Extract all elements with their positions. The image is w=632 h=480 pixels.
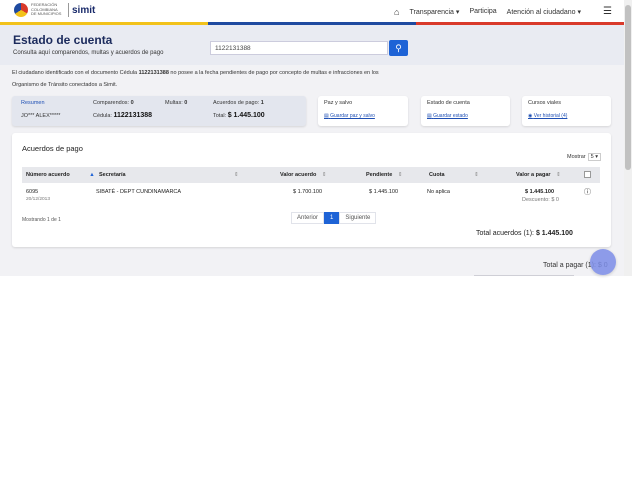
resumen-label: Resumen: [21, 100, 45, 106]
table-header: Número acuerdo ▲ Secretaría ⇕ Valor acue…: [22, 167, 600, 183]
sort-icon: ⇕: [474, 172, 479, 178]
divider: [474, 275, 574, 276]
page-subtitle: Consulta aquí comparendos, multas y acue…: [13, 50, 164, 56]
acuerdos-title: Acuerdos de pago: [22, 144, 83, 153]
multas-count: Multas: 0: [165, 100, 188, 106]
col-valor-pagar[interactable]: Valor a pagar ⇕: [516, 172, 561, 178]
resumen-name: JO*** ALEX*****: [21, 113, 61, 119]
nav-atencion[interactable]: Atención al ciudadano ▾: [507, 8, 581, 16]
sort-asc-icon: ▲: [89, 172, 95, 178]
logo-divider: [68, 3, 69, 17]
logo[interactable]: FEDERACIÓN COLOMBIANA DE MUNICIPIOS simi…: [14, 3, 95, 17]
paz-y-salvo-card: Paz y salvo ▤ Guardar paz y salvo: [318, 96, 408, 126]
caret-down-icon: ▾: [455, 8, 460, 16]
sort-icon[interactable]: ⇕: [234, 172, 239, 178]
search-icon: ⚲: [395, 43, 402, 53]
card-title: Estado de cuenta: [427, 100, 470, 106]
cell-valor-acuerdo: $ 1.700.100: [293, 189, 323, 195]
caret-down-icon: ▾: [595, 154, 598, 160]
hamburger-icon[interactable]: ☰: [603, 6, 612, 17]
page-size-select[interactable]: Mostrar 5 ▾: [567, 153, 601, 161]
cell-fecha: 20/12/2013: [26, 197, 51, 202]
sort-icon: ⇕: [321, 172, 327, 178]
search-input[interactable]: 1122131388: [210, 41, 388, 55]
cursos-viales-card: Cursos viales ◉ Ver historial (4): [522, 96, 611, 126]
nav-transparencia[interactable]: Transparencia ▾: [409, 8, 459, 16]
home-icon[interactable]: ⌂: [394, 7, 399, 17]
pager-siguiente[interactable]: Siguiente: [339, 212, 377, 224]
info-line-2: Organismo de Tránsito conectados a Simit…: [12, 82, 118, 88]
page-title: Estado de cuenta: [13, 33, 113, 47]
pager-page-1[interactable]: 1: [324, 212, 340, 224]
resumen-card: Resumen JO*** ALEX***** Comparendos: 0 M…: [12, 96, 306, 126]
col-cuota[interactable]: Cuota ⇕: [429, 172, 479, 178]
scrollbar[interactable]: [624, 0, 632, 276]
total-acuerdos: Total acuerdos (1): $ 1.445.100: [476, 230, 573, 237]
fcm-logo-icon: [14, 3, 28, 17]
eye-icon: ◉: [528, 113, 533, 119]
document-icon: ▤: [427, 113, 432, 119]
simit-brand: simit: [72, 4, 96, 16]
info-document: 1122131388: [138, 70, 169, 76]
scrollbar-thumb[interactable]: [625, 5, 631, 170]
col-numero[interactable]: Número acuerdo ▲: [26, 172, 95, 178]
resumen-total: Total: $ 1.445.100: [213, 112, 265, 119]
nav-participa[interactable]: Participa: [469, 8, 496, 15]
cell-descuento: Descuento: $ 0: [522, 197, 559, 203]
estado-cuenta-card: Estado de cuenta ▤ Guardar estado: [421, 96, 510, 126]
col-secretaria[interactable]: Secretaría: [99, 172, 126, 178]
col-valor-acuerdo[interactable]: Valor acuerdo ⇕: [280, 172, 327, 178]
document-icon: ▤: [324, 113, 329, 119]
cell-valor-pagar: $ 1.445.100: [525, 189, 555, 195]
logo-text: FEDERACIÓN COLOMBIANA DE MUNICIPIOS: [31, 2, 62, 17]
pagination: Anterior 1 Siguiente: [291, 212, 377, 224]
cell-numero: 6095: [26, 189, 39, 195]
chat-icon[interactable]: [590, 249, 616, 275]
acuerdos-count: Acuerdos de pago: 1: [213, 100, 264, 106]
sort-icon: ⇕: [556, 172, 561, 178]
card-title: Cursos viales: [528, 100, 562, 106]
info-line-1: El ciudadano identificado con el documen…: [12, 70, 379, 76]
table-row: 6095 20/12/2013 SIBATÉ - DEPT CUNDINAMAR…: [22, 183, 600, 207]
pager-anterior[interactable]: Anterior: [291, 212, 325, 224]
comparendos-count: Comparendos: 0: [93, 100, 134, 106]
cell-cuota: No aplica: [427, 189, 450, 195]
select-all-checkbox[interactable]: [584, 171, 591, 178]
col-pendiente[interactable]: Pendiente ⇕: [366, 172, 402, 178]
guardar-paz-y-salvo-link[interactable]: ▤ Guardar paz y salvo: [324, 113, 375, 119]
caret-down-icon: ▾: [577, 8, 582, 16]
ver-historial-link[interactable]: ◉ Ver historial (4): [528, 113, 567, 119]
results-count: Mostrando 1 de 1: [22, 217, 61, 223]
cell-secretaria: SIBATÉ - DEPT CUNDINAMARCA: [96, 189, 182, 195]
card-title: Paz y salvo: [324, 100, 353, 106]
info-icon[interactable]: ⓘ: [584, 187, 591, 197]
cell-pendiente: $ 1.445.100: [369, 189, 399, 195]
guardar-estado-link[interactable]: ▤ Guardar estado: [427, 113, 468, 119]
resumen-cedula: Cédula: 1122131388: [93, 112, 153, 119]
main-nav: ⌂ Transparencia ▾ Participa Atención al …: [384, 6, 612, 17]
search-button[interactable]: ⚲: [389, 40, 408, 56]
sort-icon: ⇕: [397, 172, 403, 178]
